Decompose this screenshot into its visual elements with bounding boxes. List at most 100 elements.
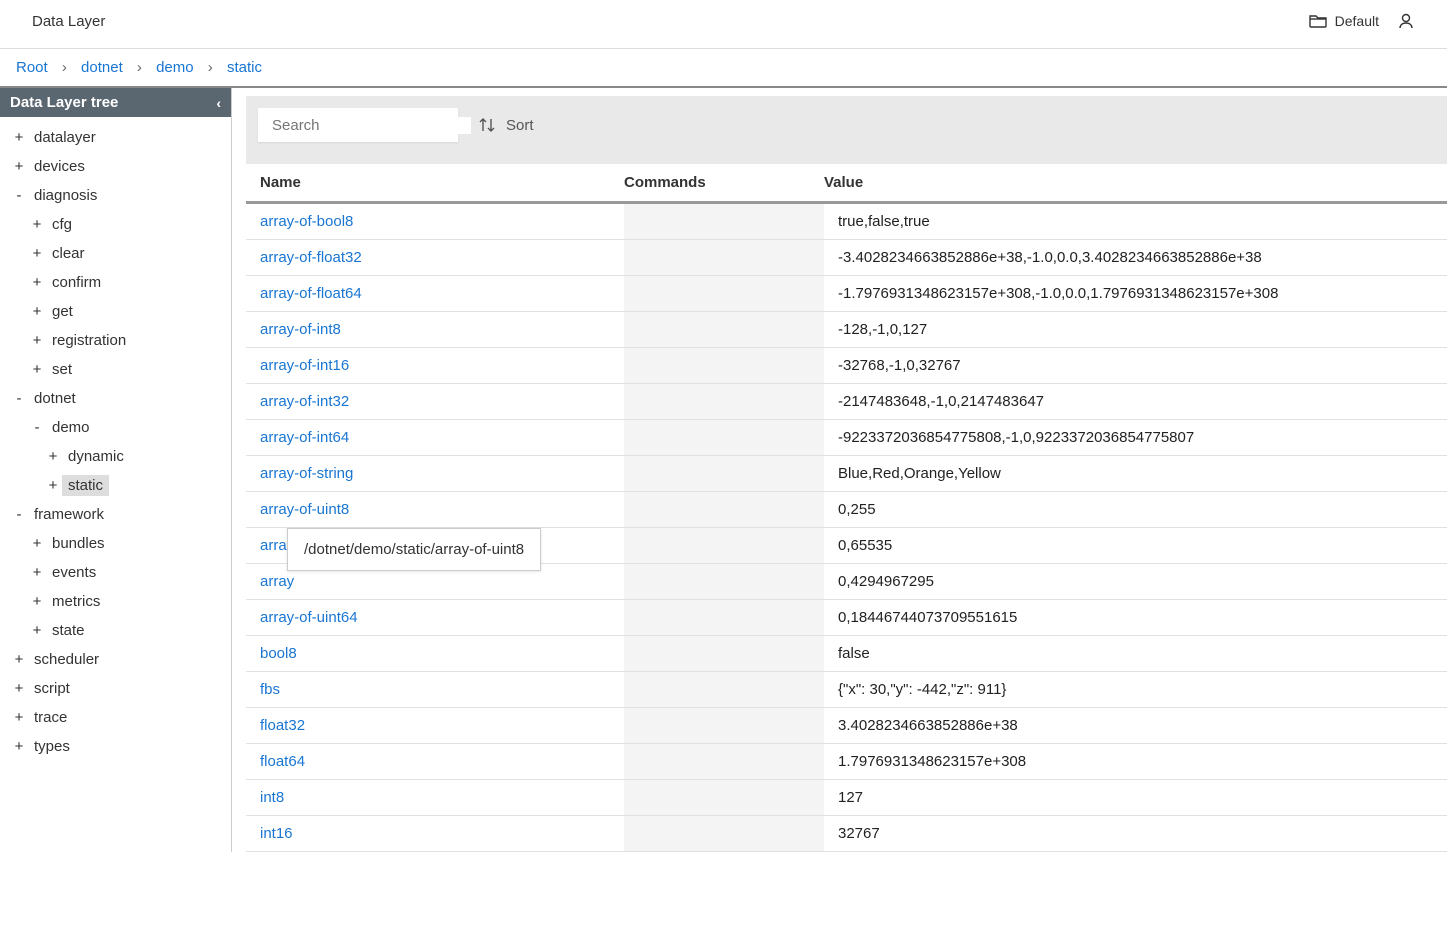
table-row: array-of-int32-2147483648,-1,0,214748364… bbox=[246, 384, 1447, 420]
tree-label[interactable]: registration bbox=[46, 330, 132, 351]
row-link[interactable]: array-of-uint8 bbox=[260, 501, 349, 518]
user-icon[interactable] bbox=[1397, 12, 1415, 30]
collapse-icon[interactable]: - bbox=[10, 390, 28, 407]
row-link[interactable]: int16 bbox=[260, 825, 293, 842]
expand-icon[interactable]: + bbox=[28, 303, 46, 320]
expand-icon[interactable]: + bbox=[10, 738, 28, 755]
tree-node-set[interactable]: +set bbox=[0, 355, 231, 384]
tree-label[interactable]: script bbox=[28, 678, 76, 699]
breadcrumb-demo[interactable]: demo bbox=[156, 59, 194, 76]
tree-node-scheduler[interactable]: +scheduler bbox=[0, 645, 231, 674]
expand-icon[interactable]: + bbox=[28, 332, 46, 349]
tree-label[interactable]: metrics bbox=[46, 591, 106, 612]
col-header-value[interactable]: Value bbox=[824, 174, 1447, 191]
tree-node-dotnet[interactable]: -dotnet bbox=[0, 384, 231, 413]
tree-label[interactable]: datalayer bbox=[28, 127, 102, 148]
tree-node-framework[interactable]: -framework bbox=[0, 500, 231, 529]
tree-node-demo[interactable]: -demo bbox=[0, 413, 231, 442]
row-link[interactable]: float32 bbox=[260, 717, 305, 734]
expand-icon[interactable]: + bbox=[44, 477, 62, 494]
tree-label[interactable]: state bbox=[46, 620, 91, 641]
tree-label[interactable]: dotnet bbox=[28, 388, 82, 409]
row-link[interactable]: array-of-float64 bbox=[260, 285, 362, 302]
sort-button[interactable]: Sort bbox=[478, 116, 534, 134]
expand-icon[interactable]: + bbox=[28, 622, 46, 639]
tree-label[interactable]: diagnosis bbox=[28, 185, 103, 206]
tree-node-static[interactable]: +static bbox=[0, 471, 231, 500]
tree-node-metrics[interactable]: +metrics bbox=[0, 587, 231, 616]
collapse-icon[interactable]: - bbox=[28, 419, 46, 436]
tree-label[interactable]: framework bbox=[28, 504, 110, 525]
expand-icon[interactable]: + bbox=[10, 651, 28, 668]
row-link[interactable]: array-of-string bbox=[260, 465, 353, 482]
row-link[interactable]: array-of-int64 bbox=[260, 429, 349, 446]
tree-node-diagnosis[interactable]: -diagnosis bbox=[0, 181, 231, 210]
tree-node-dynamic[interactable]: +dynamic bbox=[0, 442, 231, 471]
expand-icon[interactable]: + bbox=[28, 274, 46, 291]
tree-node-trace[interactable]: +trace bbox=[0, 703, 231, 732]
tree-node-state[interactable]: +state bbox=[0, 616, 231, 645]
tree-label[interactable]: devices bbox=[28, 156, 91, 177]
tree-label[interactable]: types bbox=[28, 736, 76, 757]
tree-label[interactable]: cfg bbox=[46, 214, 78, 235]
col-header-name[interactable]: Name bbox=[246, 174, 624, 191]
expand-icon[interactable]: + bbox=[28, 361, 46, 378]
row-link[interactable]: array-of-int16 bbox=[260, 357, 349, 374]
row-link[interactable]: int8 bbox=[260, 789, 284, 806]
breadcrumb-root[interactable]: Root bbox=[16, 59, 48, 76]
row-link[interactable]: fbs bbox=[260, 681, 280, 698]
breadcrumb-static[interactable]: static bbox=[227, 59, 262, 76]
row-link[interactable]: float64 bbox=[260, 753, 305, 770]
row-link[interactable]: array-of-uint64 bbox=[260, 609, 358, 626]
row-link[interactable]: array-of-float32 bbox=[260, 249, 362, 266]
tree-node-bundles[interactable]: +bundles bbox=[0, 529, 231, 558]
tree-label[interactable]: static bbox=[62, 475, 109, 496]
row-link[interactable]: array bbox=[260, 573, 294, 590]
expand-icon[interactable]: + bbox=[44, 448, 62, 465]
row-commands bbox=[624, 420, 824, 455]
collapse-icon[interactable]: ‹ bbox=[216, 95, 221, 111]
search-input[interactable] bbox=[272, 117, 471, 134]
tree-node-clear[interactable]: +clear bbox=[0, 239, 231, 268]
tree-label[interactable]: bundles bbox=[46, 533, 111, 554]
expand-icon[interactable]: + bbox=[28, 593, 46, 610]
tree-node-types[interactable]: +types bbox=[0, 732, 231, 761]
expand-icon[interactable]: + bbox=[28, 245, 46, 262]
tree-node-events[interactable]: +events bbox=[0, 558, 231, 587]
expand-icon[interactable]: + bbox=[28, 564, 46, 581]
tree-label[interactable]: confirm bbox=[46, 272, 107, 293]
row-link[interactable]: array-of-int8 bbox=[260, 321, 341, 338]
tree-node-cfg[interactable]: +cfg bbox=[0, 210, 231, 239]
expand-icon[interactable]: + bbox=[10, 709, 28, 726]
expand-icon[interactable]: + bbox=[10, 158, 28, 175]
tree-node-devices[interactable]: +devices bbox=[0, 152, 231, 181]
expand-icon[interactable]: + bbox=[28, 535, 46, 552]
tree-label[interactable]: demo bbox=[46, 417, 96, 438]
tree-node-get[interactable]: +get bbox=[0, 297, 231, 326]
col-header-commands[interactable]: Commands bbox=[624, 174, 824, 191]
search-box[interactable] bbox=[258, 108, 458, 142]
default-workspace-button[interactable]: Default bbox=[1309, 13, 1379, 29]
expand-icon[interactable]: + bbox=[10, 129, 28, 146]
row-value: 3.4028234663852886e+38 bbox=[824, 717, 1447, 734]
tree-label[interactable]: set bbox=[46, 359, 78, 380]
row-value: {"x": 30,"y": -442,"z": 911} bbox=[824, 681, 1447, 698]
tree-node-registration[interactable]: +registration bbox=[0, 326, 231, 355]
expand-icon[interactable]: + bbox=[28, 216, 46, 233]
tree-node-script[interactable]: +script bbox=[0, 674, 231, 703]
breadcrumb-dotnet[interactable]: dotnet bbox=[81, 59, 123, 76]
collapse-icon[interactable]: - bbox=[10, 506, 28, 523]
tree-node-confirm[interactable]: +confirm bbox=[0, 268, 231, 297]
row-link[interactable]: bool8 bbox=[260, 645, 297, 662]
tree-label[interactable]: trace bbox=[28, 707, 73, 728]
tree-label[interactable]: events bbox=[46, 562, 102, 583]
tree-label[interactable]: scheduler bbox=[28, 649, 105, 670]
tree-node-datalayer[interactable]: +datalayer bbox=[0, 123, 231, 152]
row-link[interactable]: array-of-int32 bbox=[260, 393, 349, 410]
tree-label[interactable]: dynamic bbox=[62, 446, 130, 467]
row-link[interactable]: array-of-bool8 bbox=[260, 213, 353, 230]
tree-label[interactable]: get bbox=[46, 301, 79, 322]
tree-label[interactable]: clear bbox=[46, 243, 91, 264]
collapse-icon[interactable]: - bbox=[10, 187, 28, 204]
expand-icon[interactable]: + bbox=[10, 680, 28, 697]
